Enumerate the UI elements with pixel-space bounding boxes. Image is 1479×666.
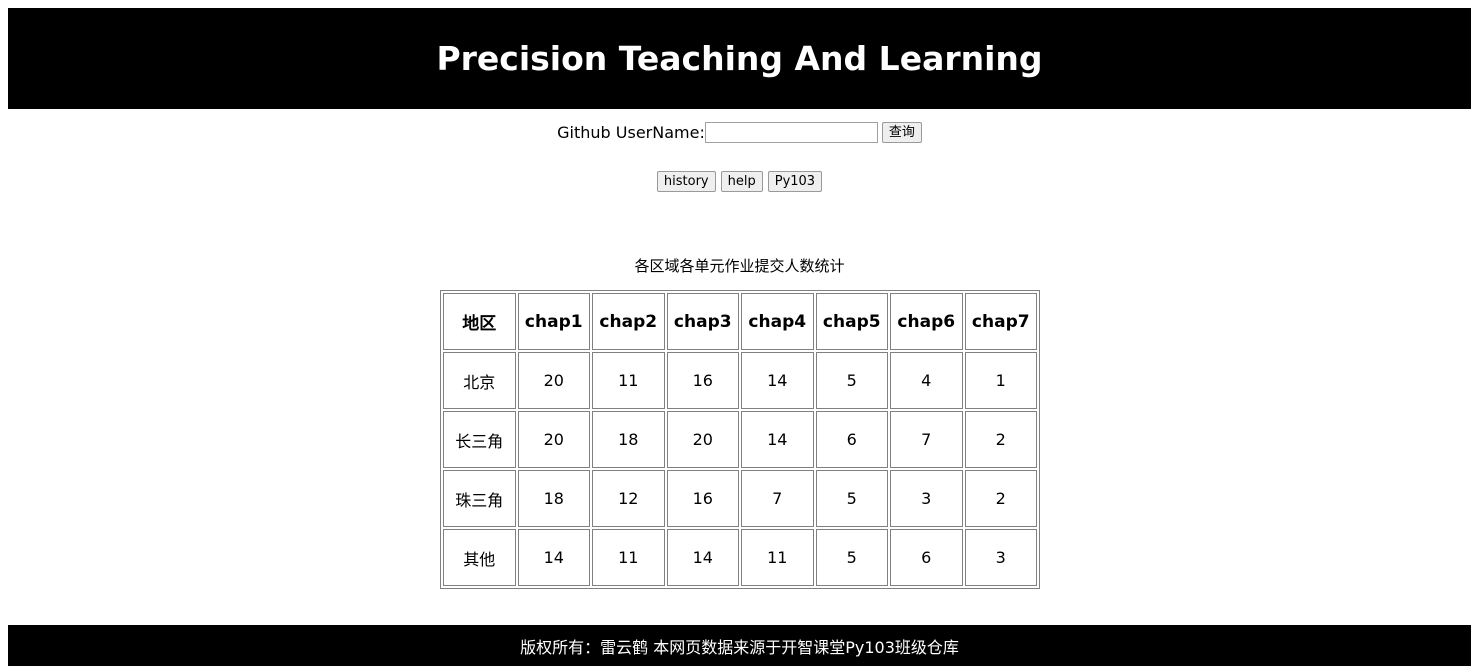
table-cell: 3	[890, 470, 963, 527]
search-form: Github UserName: 查询	[0, 122, 1479, 143]
table-cell: 11	[592, 529, 665, 586]
table-cell: 2	[964, 470, 1037, 527]
help-button[interactable]: help	[720, 171, 763, 192]
table-cell: 5	[815, 352, 888, 409]
table-cell: 1	[964, 352, 1037, 409]
table-cell: 7	[741, 470, 814, 527]
table-cell: 3	[964, 529, 1037, 586]
history-button[interactable]: history	[656, 171, 716, 192]
table-row: 长三角 20 18 20 14 6 7 2	[443, 411, 1037, 468]
table-row: 北京 20 11 16 14 5 4 1	[443, 352, 1037, 409]
table-cell: 其他	[443, 529, 516, 586]
table-cell: 7	[890, 411, 963, 468]
header-cell: chap4	[741, 293, 814, 350]
copyright-text: 版权所有：雷云鹤 本网页数据来源于开智课堂Py103班级仓库	[520, 637, 959, 657]
table-cell: 14	[741, 352, 814, 409]
table-cell: 北京	[443, 352, 516, 409]
header-cell: chap6	[890, 293, 963, 350]
table-cell: 珠三角	[443, 470, 516, 527]
table-caption: 各区域各单元作业提交人数统计	[634, 257, 845, 275]
username-label: Github UserName:	[557, 123, 705, 142]
page: Precision Teaching And Learning Github U…	[0, 0, 1479, 666]
table-header-row: 地区 chap1 chap2 chap3 chap4 chap5 chap6 c…	[443, 293, 1037, 350]
header-cell: 地区	[443, 293, 516, 350]
table-cell: 长三角	[443, 411, 516, 468]
query-button[interactable]: 查询	[881, 122, 922, 143]
stats-table-container: 地区 chap1 chap2 chap3 chap4 chap5 chap6 c…	[440, 290, 1040, 589]
table-cell: 16	[666, 470, 739, 527]
header-cell: chap2	[592, 293, 665, 350]
table-cell: 5	[815, 470, 888, 527]
header-cell: chap1	[517, 293, 590, 350]
table-cell: 20	[517, 411, 590, 468]
page-title: Precision Teaching And Learning	[436, 39, 1043, 78]
table-cell: 14	[741, 411, 814, 468]
table-cell: 5	[815, 529, 888, 586]
table-cell: 14	[666, 529, 739, 586]
py103-button[interactable]: Py103	[767, 171, 823, 192]
table-cell: 20	[666, 411, 739, 468]
table-cell: 18	[592, 411, 665, 468]
stats-table: 地区 chap1 chap2 chap3 chap4 chap5 chap6 c…	[440, 290, 1040, 589]
header-cell: chap3	[666, 293, 739, 350]
table-cell: 6	[815, 411, 888, 468]
table-cell: 14	[517, 529, 590, 586]
table-cell: 4	[890, 352, 963, 409]
table-cell: 2	[964, 411, 1037, 468]
table-cell: 18	[517, 470, 590, 527]
table-cell: 11	[741, 529, 814, 586]
table-cell: 6	[890, 529, 963, 586]
table-cell: 16	[666, 352, 739, 409]
header-cell: chap7	[964, 293, 1037, 350]
header-banner: Precision Teaching And Learning	[8, 8, 1471, 109]
table-cell: 12	[592, 470, 665, 527]
table-row: 珠三角 18 12 16 7 5 3 2	[443, 470, 1037, 527]
table-row: 其他 14 11 14 11 5 6 3	[443, 529, 1037, 586]
table-cell: 20	[517, 352, 590, 409]
username-input[interactable]	[704, 122, 878, 143]
nav-buttons: history help Py103	[0, 171, 1479, 192]
footer-banner: 版权所有：雷云鹤 本网页数据来源于开智课堂Py103班级仓库	[8, 625, 1471, 666]
header-cell: chap5	[815, 293, 888, 350]
table-cell: 11	[592, 352, 665, 409]
